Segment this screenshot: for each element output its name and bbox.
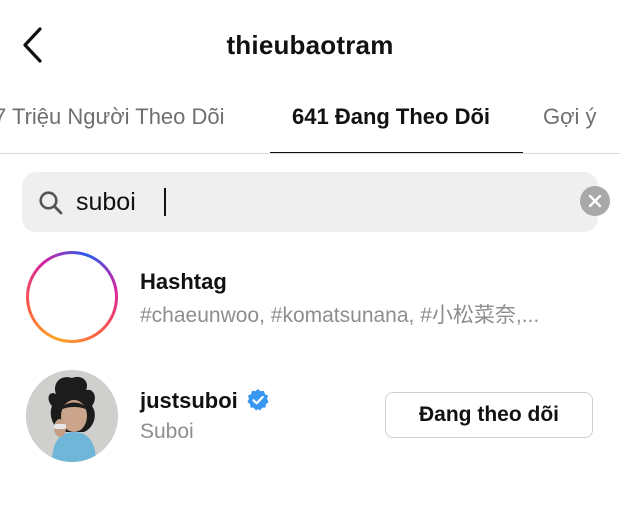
hashtag-avatar (26, 251, 118, 343)
profile-photo (26, 370, 118, 462)
tab-followers[interactable]: 7 Triệu Người Theo Dõi (0, 104, 225, 130)
clear-icon (588, 194, 602, 208)
verified-badge-icon (247, 389, 269, 411)
tab-bar: 7 Triệu Người Theo Dõi 641 Đang Theo Dõi… (0, 96, 620, 154)
tab-suggestions[interactable]: Gợi ý (543, 104, 597, 130)
page-title: thieubaotram (226, 30, 394, 60)
user-result[interactable]: justsuboi Suboi Đang theo dõi (0, 366, 620, 462)
display-name: Suboi (140, 420, 194, 443)
hashtag-title: Hashtag (140, 269, 227, 294)
clear-search-button[interactable] (580, 186, 610, 216)
following-button[interactable]: Đang theo dõi (385, 392, 593, 438)
header: thieubaotram (0, 0, 620, 92)
username: justsuboi (140, 388, 238, 413)
hashtag-result[interactable]: Hashtag #chaeunwoo, #komatsunana, #小松菜奈,… (0, 249, 620, 345)
hashtag-subtitle: #chaeunwoo, #komatsunana, #小松菜奈,... (140, 304, 540, 327)
search-input[interactable] (76, 184, 546, 220)
search-icon (39, 191, 63, 215)
active-tab-indicator (270, 152, 523, 153)
tab-following[interactable]: 641 Đang Theo Dõi (292, 104, 490, 130)
avatar[interactable] (26, 370, 118, 462)
text-caret (164, 188, 166, 216)
search-bar (22, 172, 610, 232)
hashtag-icon (49, 273, 95, 321)
